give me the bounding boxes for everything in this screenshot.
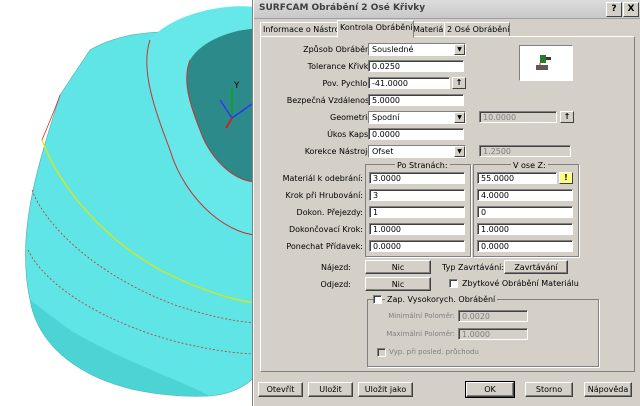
- tab-2axis[interactable]: 2 Osé Obrábění: [444, 22, 510, 37]
- bezpecna-label: Bezpečná Vzdálenost:: [286, 96, 375, 105]
- zpusob-value: Sousledné: [372, 45, 414, 54]
- material-stranach-input[interactable]: 3.0000: [369, 172, 465, 184]
- ukos-input[interactable]: 0.0000: [368, 128, 464, 140]
- krok-osez-input[interactable]: 4.0000: [477, 189, 573, 201]
- korekce-select[interactable]: Ofset ▼: [368, 145, 466, 158]
- close-button[interactable]: X: [623, 2, 639, 17]
- max-polomer-input: 1.0000: [458, 328, 528, 340]
- warning-icon[interactable]: !: [559, 172, 573, 184]
- po-stranach-header: Po Stranách:: [395, 161, 450, 170]
- korekce-label: Korekce Nástroje:: [304, 147, 375, 156]
- typ-zavrtavani-label: Typ Zavrtávání:: [442, 263, 505, 272]
- geometrie-select[interactable]: Spodní ▼: [368, 111, 466, 124]
- krok-stranach-input[interactable]: 3: [369, 189, 465, 201]
- tab-tool-info[interactable]: Informace o Nástroji: [260, 22, 344, 37]
- prejezdy-osez-input[interactable]: 0: [477, 206, 573, 218]
- zpusob-select[interactable]: Sousledné ▼: [368, 43, 466, 56]
- tab-machining-control[interactable]: Kontrola Obrábění: [337, 20, 414, 38]
- material-row-label: Ponechat Přídavek:: [286, 242, 363, 251]
- geometrie-value: Spodní: [372, 113, 400, 122]
- open-button[interactable]: Otevřít: [258, 382, 303, 397]
- vysokorych-label: Zap. Vysokorych. Obrábění: [385, 295, 498, 304]
- zavrtavani-button[interactable]: Zavrtávání: [504, 260, 568, 274]
- tolerance-label: Tolerance Křivky:: [307, 62, 375, 71]
- najezd-button[interactable]: Nic: [365, 260, 431, 274]
- ok-button[interactable]: OK: [465, 381, 515, 398]
- vyp-checkbox: [377, 348, 386, 357]
- dokoncovaci-osez-input[interactable]: 1.0000: [477, 223, 573, 235]
- chevron-down-icon[interactable]: ▼: [454, 146, 465, 157]
- help-button[interactable]: ?: [606, 2, 622, 17]
- v-ose-z-header: V ose Z:: [511, 161, 548, 170]
- min-polomer-label: Minimální Poloměr:: [388, 312, 455, 320]
- window-title: SURFCAM Obrábění 2 Osé Křivky: [259, 3, 426, 13]
- chevron-down-icon[interactable]: ▼: [454, 44, 465, 55]
- min-polomer-input: 0.0020: [458, 310, 528, 322]
- max-polomer-label: Maximální Poloměr:: [386, 330, 455, 338]
- material-row-label: Dokončovací Krok:: [288, 225, 363, 234]
- axis-y-label: Y: [233, 81, 240, 91]
- pick-icon: ↑: [560, 111, 574, 123]
- dokoncovaci-stranach-input[interactable]: 1.0000: [369, 223, 465, 235]
- geometrie-aux-input: 10.0000: [479, 111, 557, 123]
- save-button[interactable]: Uložit: [308, 382, 353, 397]
- save-as-button[interactable]: Uložit jako: [358, 382, 413, 397]
- korekce-aux-input: 1.2500: [479, 145, 571, 157]
- bezpecna-input[interactable]: 5.0000: [368, 94, 464, 106]
- tool-preview[interactable]: [519, 45, 573, 81]
- material-row-label: Materiál k odebrání:: [282, 174, 363, 183]
- zpusob-label: Způsob Obrábění:: [303, 45, 375, 54]
- zbytkove-label: Zbytkové Obrábění Materiálu: [462, 279, 579, 288]
- tab-panel: Způsob Obrábění: Sousledné ▼ Tolerance K…: [260, 36, 635, 372]
- material-row-label: Dokon. Přejezdy:: [296, 208, 363, 217]
- tab-material[interactable]: Materiál: [410, 22, 448, 37]
- vysokorych-checkbox[interactable]: [373, 295, 382, 304]
- pridavek-stranach-input[interactable]: 0.0000: [369, 240, 465, 252]
- prejezdy-stranach-input[interactable]: 1: [369, 206, 465, 218]
- title-bar[interactable]: SURFCAM Obrábění 2 Osé Křivky ? X: [254, 0, 640, 19]
- odjezd-button[interactable]: Nic: [365, 277, 431, 291]
- material-row-label: Krok při Hrubování:: [285, 191, 363, 200]
- pick-icon[interactable]: ↑: [452, 77, 466, 89]
- odjezd-label: Odjezd:: [320, 280, 352, 289]
- material-osez-input[interactable]: 55.0000: [477, 172, 557, 184]
- tolerance-input[interactable]: 0.0250: [368, 60, 464, 72]
- pridavek-osez-input[interactable]: 0.0000: [477, 240, 573, 252]
- najezd-label: Nájezd:: [320, 263, 351, 272]
- chevron-down-icon[interactable]: ▼: [454, 112, 465, 123]
- machining-dialog: SURFCAM Obrábění 2 Osé Křivky ? X Inform…: [253, 0, 640, 406]
- korekce-value: Ofset: [372, 147, 394, 156]
- help-text-button[interactable]: Nápověda: [584, 382, 632, 397]
- tool-icon: [536, 55, 551, 70]
- zbytkove-checkbox[interactable]: [449, 279, 458, 288]
- pov-pychlop-input[interactable]: -41.0000: [368, 77, 450, 89]
- vyp-label: Vyp. při posled. průchodu: [389, 348, 479, 356]
- cancel-button[interactable]: Storno: [525, 382, 573, 397]
